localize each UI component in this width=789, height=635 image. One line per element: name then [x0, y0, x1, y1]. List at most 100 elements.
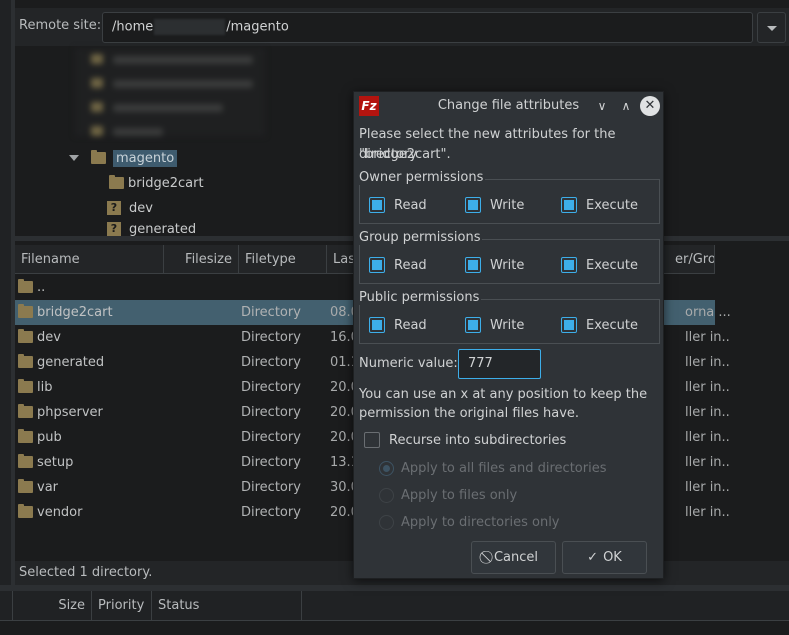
recurse-checkbox[interactable]: Recurse into subdirectories [364, 432, 566, 448]
file-date: 20.0 [330, 430, 355, 445]
tree-item-label: dev [129, 200, 153, 216]
folder-icon [18, 429, 33, 443]
public-read-checkbox[interactable]: Read [369, 317, 427, 333]
checkbox-label: Write [490, 317, 525, 333]
button-label: OK [603, 550, 622, 565]
file-owner: ller in... [685, 355, 730, 370]
owner-read-checkbox[interactable]: Read [369, 197, 427, 213]
file-name: vendor [37, 505, 83, 520]
apply-directories-only-radio[interactable]: Apply to directories only [379, 515, 560, 530]
checkbox-checked-icon [561, 197, 577, 213]
folder-icon [91, 150, 106, 164]
path-prefix: /home [112, 19, 154, 35]
path-suffix: /magento [226, 19, 289, 35]
checkbox-label: Execute [586, 317, 638, 333]
maximize-button[interactable]: ∧ [616, 96, 636, 116]
file-owner: ller in... [685, 405, 730, 420]
column-filesize[interactable]: Filesize [164, 245, 239, 274]
radio-unselected-icon [379, 515, 394, 530]
group-permissions-label: Group permissions [359, 230, 483, 245]
dialog-titlebar[interactable]: Fz Change file attributes ∨ ∧ ✕ [354, 92, 663, 120]
radio-label: Apply to all files and directories [401, 461, 607, 476]
radio-label: Apply to files only [401, 488, 518, 503]
checkbox-label: Recurse into subdirectories [389, 432, 567, 448]
cancel-button[interactable]: ⃠Cancel [471, 541, 556, 574]
transfer-queue[interactable] [0, 621, 789, 635]
file-type: Directory [241, 380, 301, 395]
public-execute-checkbox[interactable]: Execute [561, 317, 638, 333]
local-panel-edge [0, 0, 11, 635]
file-name: .. [37, 280, 46, 295]
checkbox-label: Execute [586, 257, 638, 273]
tree-item-bridge2cart[interactable]: bridge2cart [109, 172, 204, 194]
file-name: var [37, 480, 59, 495]
public-write-checkbox[interactable]: Write [465, 317, 524, 333]
file-owner: ller in... [685, 480, 730, 495]
checkbox-label: Read [394, 257, 427, 273]
folder-icon [18, 504, 33, 518]
file-date: 20.0 [330, 380, 355, 395]
public-permissions-label: Public permissions [359, 290, 482, 305]
checkbox-checked-icon [465, 257, 481, 273]
checkmark-icon: ✓ [587, 550, 599, 565]
unknown-folder-icon: ? [107, 222, 121, 236]
group-execute-checkbox[interactable]: Execute [561, 257, 638, 273]
redacted-username [154, 19, 226, 35]
unknown-folder-icon: ? [107, 201, 121, 215]
group-write-checkbox[interactable]: Write [465, 257, 524, 273]
owner-write-checkbox[interactable]: Write [465, 197, 524, 213]
folder-icon [18, 329, 33, 343]
folder-icon [18, 279, 33, 293]
file-date: 30.0 [330, 480, 355, 495]
column-filename[interactable]: Filename [15, 245, 164, 274]
redacted-tree-items [75, 48, 265, 136]
queue-column-status[interactable]: Status [152, 591, 302, 620]
remote-site-label: Remote site: [19, 18, 102, 33]
file-type: Directory [241, 405, 301, 420]
file-name: phpserver [37, 405, 103, 420]
owner-execute-checkbox[interactable]: Execute [561, 197, 638, 213]
queue-header: Size Priority Status [0, 591, 789, 621]
file-owner: ller in... [685, 380, 730, 395]
tree-item-magento[interactable]: magento [69, 147, 178, 169]
checkbox-checked-icon [369, 197, 385, 213]
dialog-description-line2: "bridge2cart". [359, 147, 451, 162]
close-button[interactable]: ✕ [640, 96, 660, 116]
checkbox-checked-icon [465, 197, 481, 213]
group-read-checkbox[interactable]: Read [369, 257, 427, 273]
file-date: 16.0 [330, 330, 355, 345]
file-type: Directory [241, 455, 301, 470]
checkbox-label: Read [394, 197, 427, 213]
apply-all-radio[interactable]: Apply to all files and directories [379, 461, 606, 476]
folder-icon [18, 404, 33, 418]
tree-item-dev[interactable]: ? dev [107, 197, 153, 219]
file-type: Directory [241, 480, 301, 495]
radio-selected-icon [379, 461, 394, 476]
file-name: bridge2cart [37, 305, 113, 320]
numeric-value-input[interactable]: 777 [458, 349, 541, 379]
tree-item-generated[interactable]: ? generated [107, 222, 196, 236]
folder-icon [109, 175, 124, 189]
folder-icon [18, 454, 33, 468]
minimize-button[interactable]: ∨ [592, 96, 612, 116]
folder-icon [18, 304, 33, 318]
expand-arrow-icon[interactable] [69, 155, 79, 161]
file-date: 20.0 [330, 405, 355, 420]
folder-icon [18, 354, 33, 368]
ok-button[interactable]: ✓ OK [562, 541, 647, 574]
file-owner: orna ... [685, 305, 730, 320]
file-date: 08.0 [330, 305, 355, 320]
column-last-modified[interactable]: Las [327, 245, 355, 274]
column-filetype[interactable]: Filetype [239, 245, 327, 274]
queue-column-size[interactable]: Size [12, 591, 92, 620]
checkbox-unchecked-icon [364, 432, 380, 448]
file-owner: ller in... [685, 455, 730, 470]
queue-column-priority[interactable]: Priority [92, 591, 152, 620]
apply-files-only-radio[interactable]: Apply to files only [379, 488, 517, 503]
column-owner-group[interactable]: er/Grou [665, 245, 715, 274]
folder-icon [18, 479, 33, 493]
file-type: Directory [241, 355, 301, 370]
file-name: dev [37, 330, 61, 345]
remote-site-history-dropdown[interactable] [757, 12, 786, 43]
remote-site-input[interactable]: /home/magento [102, 12, 753, 43]
